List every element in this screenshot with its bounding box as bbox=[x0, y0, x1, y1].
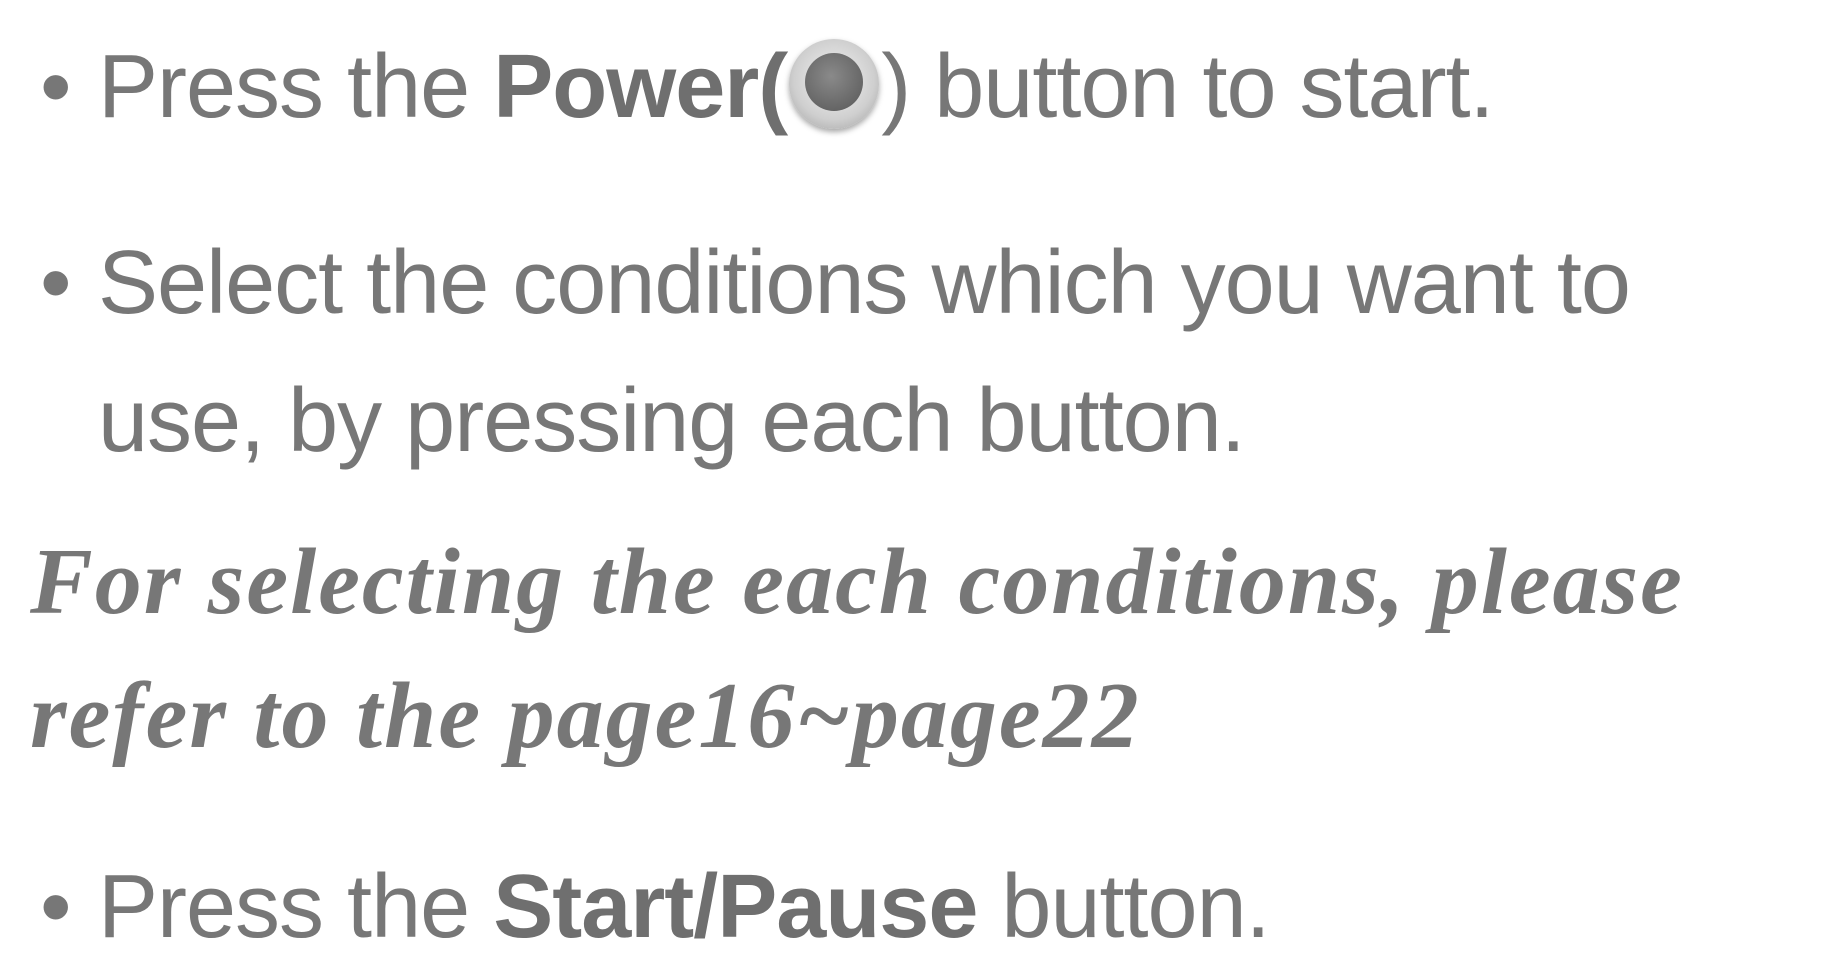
step3-before: Press the bbox=[98, 857, 494, 957]
step3-bold-start-pause: Start/Pause bbox=[493, 857, 978, 957]
power-button-icon bbox=[789, 39, 880, 129]
step2-line2: use, by pressing each button. bbox=[98, 371, 1246, 471]
step1-before: Press the bbox=[98, 37, 494, 137]
note-line1: For selecting the each conditions, pleas… bbox=[30, 530, 1684, 634]
bullet-step3: • bbox=[40, 857, 72, 957]
step1-after: ) button to start. bbox=[881, 37, 1494, 137]
step3-text: Press the Start/Pause button. bbox=[98, 852, 1271, 962]
step1-bold-power: Power( bbox=[493, 37, 788, 137]
note-line2: refer to the page16~page22 bbox=[30, 664, 1141, 768]
step1-text: Press the Power( ) button to start. bbox=[98, 32, 1495, 142]
step3-after: button. bbox=[977, 857, 1270, 957]
bullet-step2: • bbox=[40, 233, 72, 333]
instruction-page: • Press the Power( ) button to start. • S… bbox=[0, 0, 1844, 957]
bullet-step1: • bbox=[40, 37, 72, 137]
step2-line1: Select the conditions which you want to bbox=[98, 233, 1631, 333]
